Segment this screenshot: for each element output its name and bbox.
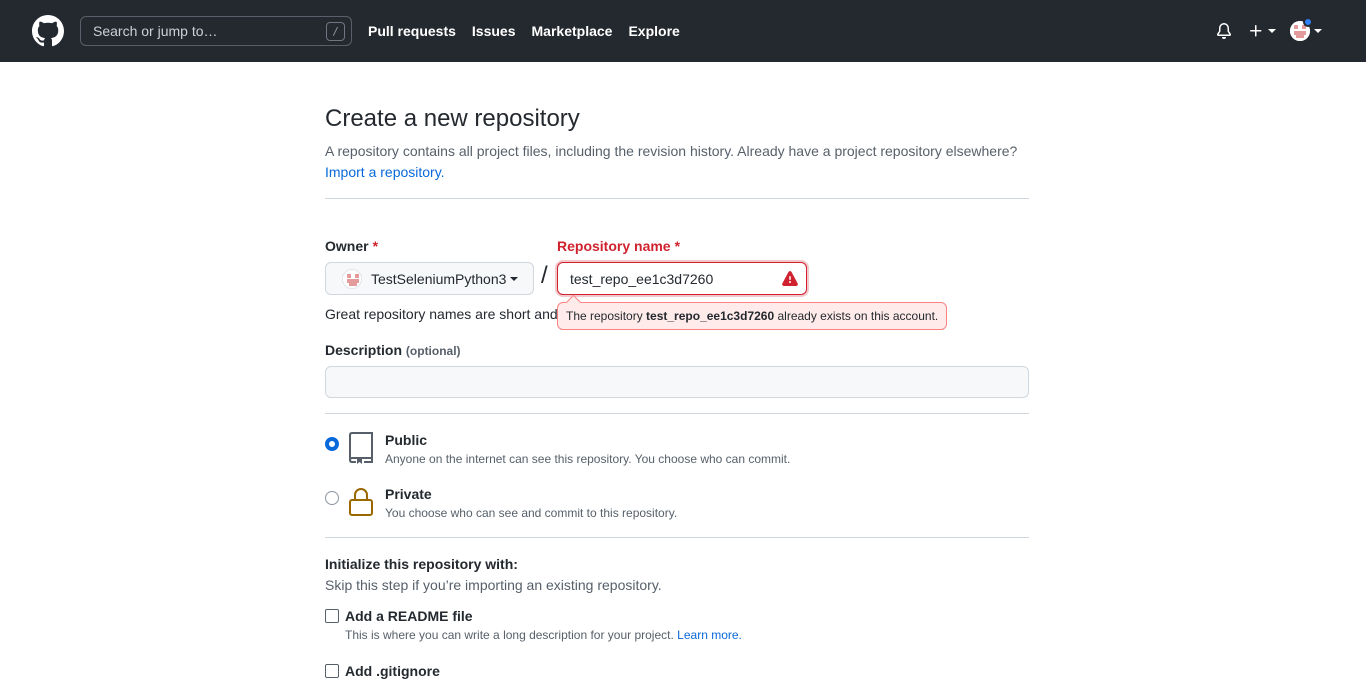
repo-name-field[interactable]: [557, 262, 807, 295]
readme-learn-more-link[interactable]: Learn more.: [677, 628, 742, 642]
divider: [325, 537, 1029, 538]
visibility-option-public[interactable]: Public Anyone on the internet can see th…: [325, 432, 1029, 472]
divider: [325, 413, 1029, 414]
private-title: Private: [385, 486, 432, 502]
owner-avatar: [342, 268, 362, 289]
optional-tag: (optional): [405, 344, 461, 358]
repo-name-hint: Great repository names are short and: [325, 306, 558, 322]
error-repo-name: test_repo_ee1c3d7260: [646, 309, 775, 323]
page-subtitle: A repository contains all project files,…: [325, 141, 1035, 183]
repo-name-input[interactable]: [558, 263, 768, 294]
nav-marketplace[interactable]: Marketplace: [532, 23, 613, 39]
notification-dot: [1303, 17, 1313, 27]
github-logo-icon[interactable]: [32, 15, 64, 47]
create-new-dropdown[interactable]: [1248, 23, 1276, 39]
visibility-option-private[interactable]: Private You choose who can see and commi…: [325, 486, 1029, 526]
subtitle-text: A repository contains all project files,…: [325, 143, 1018, 159]
top-header: / Pull requests Issues Marketplace Explo…: [0, 0, 1366, 62]
page-title: Create a new repository: [325, 105, 580, 132]
readme-desc-text: This is where you can write a long descr…: [345, 628, 674, 642]
repo-icon: [349, 432, 373, 464]
import-repository-link[interactable]: Import a repository.: [325, 164, 445, 180]
description-input[interactable]: [325, 366, 1029, 398]
public-desc: Anyone on the internet can see this repo…: [385, 452, 791, 466]
required-mark: *: [372, 238, 379, 254]
private-radio[interactable]: [325, 491, 339, 505]
public-title: Public: [385, 432, 428, 448]
search-shortcut-hint: /: [326, 22, 345, 41]
error-prefix: The repository: [566, 309, 643, 323]
lock-icon: [349, 488, 373, 516]
readme-checkbox[interactable]: [325, 609, 339, 623]
init-section-subtitle: Skip this step if you’re importing an ex…: [325, 577, 662, 593]
chevron-down-icon: [1314, 29, 1322, 33]
nav-explore[interactable]: Explore: [628, 23, 679, 39]
bell-icon[interactable]: [1216, 23, 1232, 39]
repo-name-error: The repository test_repo_ee1c3d7260 alre…: [557, 302, 948, 330]
gitignore-checkbox[interactable]: [325, 664, 339, 678]
readme-desc: This is where you can write a long descr…: [345, 628, 742, 642]
nav-pull-requests[interactable]: Pull requests: [368, 23, 456, 39]
private-desc: You choose who can see and commit to thi…: [385, 506, 678, 520]
header-actions: [1216, 0, 1322, 62]
owner-label: Owner *: [325, 238, 378, 254]
readme-title: Add a README file: [345, 608, 473, 624]
owner-label-text: Owner: [325, 238, 369, 254]
alert-icon: [782, 271, 798, 286]
required-mark: *: [674, 238, 681, 254]
user-menu[interactable]: [1290, 17, 1322, 41]
search-box[interactable]: /: [80, 16, 352, 46]
gitignore-title: Add .gitignore: [345, 663, 440, 679]
error-suffix: already exists on this account.: [777, 309, 939, 323]
chevron-down-icon: [1268, 29, 1276, 33]
owner-name: TestSeleniumPython3: [371, 270, 507, 287]
public-radio[interactable]: [325, 437, 339, 451]
divider: [325, 198, 1029, 199]
chevron-down-icon: [510, 276, 519, 281]
owner-select[interactable]: TestSeleniumPython3: [325, 262, 534, 295]
repo-name-label-text: Repository name: [557, 238, 671, 254]
plus-icon: [1250, 25, 1262, 37]
repo-name-label: Repository name *: [557, 238, 680, 254]
init-section-title: Initialize this repository with:: [325, 556, 518, 572]
header-nav: Pull requests Issues Marketplace Explore: [368, 0, 696, 62]
description-label: Description (optional): [325, 342, 461, 358]
nav-issues[interactable]: Issues: [472, 23, 516, 39]
search-input[interactable]: [93, 23, 313, 39]
description-label-text: Description: [325, 342, 403, 358]
identicon-icon: [343, 269, 361, 288]
owner-repo-separator: /: [541, 262, 548, 289]
